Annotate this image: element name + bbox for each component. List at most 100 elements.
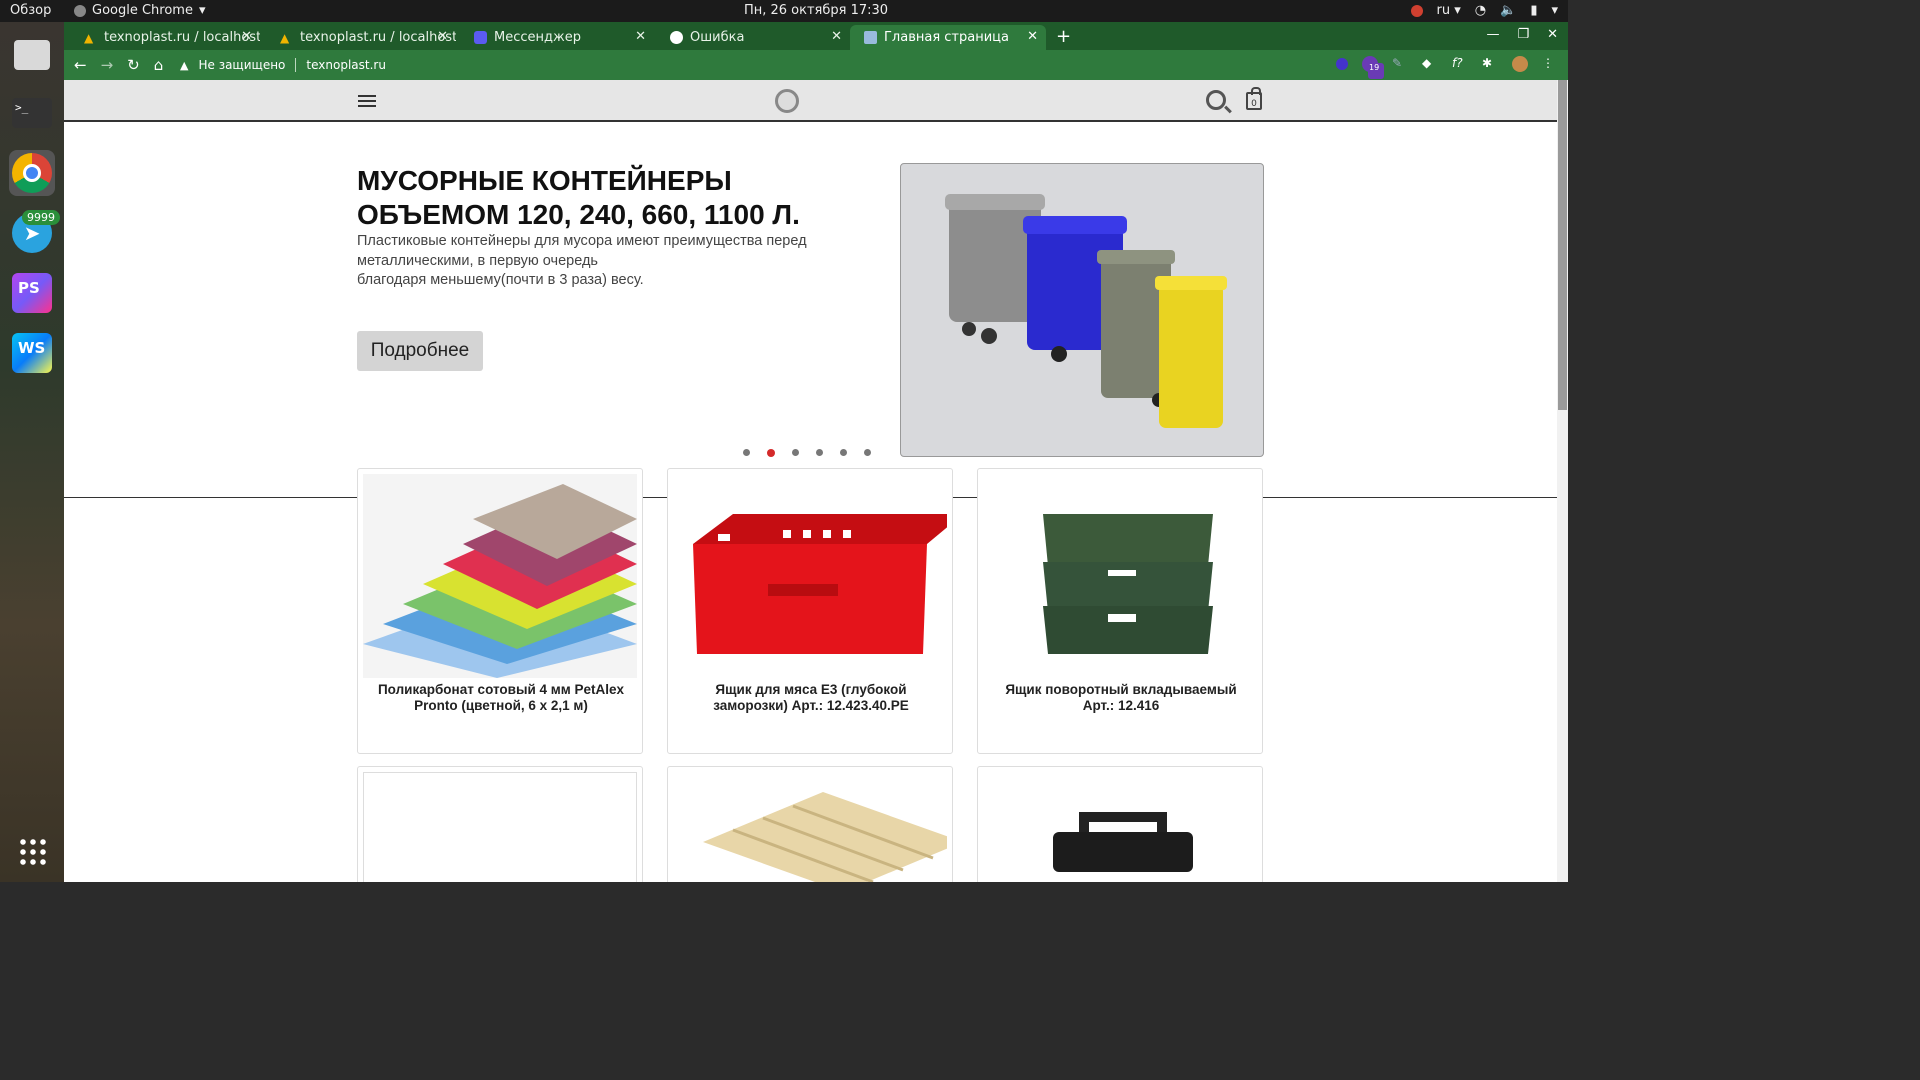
hero-slider: МУСОРНЫЕ КОНТЕЙНЕРЫ ОБЪЕМОМ 120, 240, 66… [64,122,1557,498]
app-grid-icon[interactable] [9,828,55,874]
tab-messenger[interactable]: Мессенджер ✕ [460,25,654,50]
hero-desc-line: металлическими, в первую очередь [357,252,598,269]
close-icon[interactable]: ✕ [831,29,842,44]
hero-image-containers [900,163,1264,457]
product-card[interactable]: Ящик для мяса Е3 (глубокой заморозки) Ар… [667,468,953,754]
page-scrollbar[interactable] [1557,80,1568,882]
volume-icon[interactable]: 🔈 [1500,3,1516,18]
tab-bar: ▲ texnoplast.ru / localhost ✕ ▲ texnopla… [64,22,1568,50]
tab-error[interactable]: Ошибка ✕ [656,25,850,50]
minimize-button[interactable]: — [1486,27,1499,42]
product-card[interactable]: Поликарбонат сотовый 4 мм PetAlex Pronto… [357,468,643,754]
telegram-badge: 9999 [22,210,60,225]
extension-icon[interactable]: 19 [1362,56,1384,79]
product-card[interactable] [357,766,643,882]
messenger-icon [474,31,487,44]
search-icon[interactable] [1206,90,1226,110]
back-button[interactable]: ← [74,56,87,74]
site-header: 0 [64,80,1557,122]
forward-button[interactable]: → [101,56,114,74]
product-image-turn-box[interactable] [983,474,1257,678]
address-bar[interactable]: ▲ Не защищено texnoplast.ru [180,53,386,77]
slider-dot[interactable] [816,449,823,456]
page-icon [864,31,877,44]
phpstorm-icon[interactable]: PS [9,270,55,316]
more-button[interactable]: Подробнее [357,331,483,371]
tab-label: texnoplast.ru / localhost [300,30,456,45]
product-image-polycarbonate[interactable] [363,474,637,678]
slider-dots [743,449,871,457]
pen-icon[interactable]: ✎ [1392,56,1408,72]
security-label[interactable]: Не защищено [198,58,285,72]
extensions-area: 19 ✎ ◆ f? ✱ ⋮ [1336,56,1558,79]
cart-count: 0 [1251,99,1257,109]
hamburger-menu-icon[interactable] [358,95,376,107]
system-top-bar: Обзор Google Chrome ▾ Пн, 26 октября 17:… [0,0,1568,22]
function-icon[interactable]: f? [1452,56,1468,72]
warning-icon: ▲ [280,31,290,45]
tab-home[interactable]: Главная страница ✕ [850,25,1046,50]
product-image-meat-box[interactable] [673,474,947,678]
cart-icon[interactable]: 0 [1246,87,1262,110]
divider [295,58,297,72]
maximize-button[interactable]: ❐ [1517,27,1529,42]
globe-icon [670,31,683,44]
site-logo[interactable] [775,89,799,113]
battery-icon[interactable]: ▮ [1530,3,1537,18]
product-card[interactable] [667,766,953,882]
close-window-button[interactable]: ✕ [1547,27,1558,42]
extension-icon[interactable] [1336,58,1348,70]
close-icon[interactable]: ✕ [241,29,252,44]
product-name[interactable]: Поликарбонат сотовый 4 мм PetAlex Pronto… [368,682,634,714]
tab-texnoplast-1[interactable]: ▲ texnoplast.ru / localhost ✕ [70,25,260,50]
reload-button[interactable]: ↻ [127,56,140,74]
slider-dot-active[interactable] [767,449,775,457]
menu-icon[interactable]: ⋮ [1542,56,1558,72]
scrollbar-thumb[interactable] [1558,80,1567,410]
browser-toolbar: ← → ↻ ⌂ ▲ Не защищено texnoplast.ru 19 ✎… [64,50,1568,80]
tab-label: Главная страница [884,30,1009,45]
webstorm-icon[interactable]: WS [9,330,55,376]
product-name[interactable]: Ящик для мяса Е3 (глубокой заморозки) Ар… [678,682,944,714]
wifi-icon[interactable]: ◔ [1475,3,1486,18]
tab-texnoplast-2[interactable]: ▲ texnoplast.ru / localhost ✕ [266,25,456,50]
chrome-tray-icon[interactable] [1410,4,1423,17]
product-card[interactable]: Ящик поворотный вкладываемый Арт.: 12.41… [977,468,1263,754]
close-icon[interactable]: ✕ [635,29,646,44]
product-image-cart[interactable] [983,772,1257,882]
terminal-icon[interactable]: >_ [9,90,55,136]
language-indicator[interactable]: ru ▾ [1437,3,1461,18]
product-image-pallet[interactable] [673,772,947,882]
close-icon[interactable]: ✕ [1027,29,1038,44]
close-icon[interactable]: ✕ [437,29,448,44]
warning-icon[interactable]: ▲ [180,59,188,72]
home-button[interactable]: ⌂ [154,56,164,74]
slider-dot[interactable] [792,449,799,456]
slider-dot[interactable] [743,449,750,456]
product-name[interactable]: Ящик поворотный вкладываемый Арт.: 12.41… [988,682,1254,714]
product-image[interactable] [363,772,637,882]
clock[interactable]: Пн, 26 октября 17:30 [0,3,1632,18]
extension-badge: 19 [1368,63,1384,79]
system-tray[interactable]: ru ▾ ◔ 🔈 ▮ ▾ [1410,3,1558,18]
tab-label: Мессенджер [494,30,581,45]
tab-label: texnoplast.ru / localhost [104,30,260,45]
puzzle-icon[interactable]: ✱ [1482,56,1498,72]
diamond-icon[interactable]: ◆ [1422,56,1438,72]
warning-icon: ▲ [84,31,94,45]
slider-dot[interactable] [864,449,871,456]
files-icon[interactable] [9,32,55,78]
chevron-down-icon[interactable]: ▾ [1551,3,1558,18]
slider-dot[interactable] [840,449,847,456]
hero-desc-line: Пластиковые контейнеры для мусора имеют … [357,233,807,249]
product-card[interactable] [977,766,1263,882]
url-text[interactable]: texnoplast.ru [306,58,386,72]
nav-buttons: ← → ↻ ⌂ [74,56,163,74]
new-tab-button[interactable]: + [1056,26,1071,47]
avatar[interactable] [1512,56,1528,72]
language-label: ru [1436,3,1451,18]
tab-label: Ошибка [690,30,745,45]
dock: >_ ➤ 9999 PS WS [0,22,64,882]
hero-title: МУСОРНЫЕ КОНТЕЙНЕРЫ ОБЪЕМОМ 120, 240, 66… [357,165,800,230]
chrome-icon[interactable] [9,150,55,196]
